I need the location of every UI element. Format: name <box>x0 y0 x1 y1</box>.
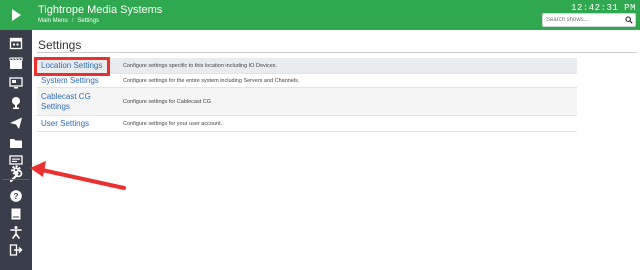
annotation-highlight-box <box>34 57 110 76</box>
settings-row-location: Location Settings Configure settings spe… <box>37 58 577 74</box>
svg-text:?: ? <box>14 192 19 201</box>
title-divider <box>37 52 637 53</box>
trophy-icon[interactable] <box>0 93 32 113</box>
calendar-icon[interactable] <box>0 33 32 53</box>
search-button[interactable] <box>623 14 635 26</box>
search-box <box>542 13 636 27</box>
breadcrumb-separator: / <box>71 18 74 24</box>
settings-row-system: System Settings Configure settings for t… <box>37 74 577 88</box>
logout-icon[interactable] <box>0 240 32 260</box>
breadcrumb: Main Menu / Settings <box>38 18 99 24</box>
page-title: Settings <box>38 38 82 52</box>
system-settings-description: Configure settings for the entire system… <box>123 77 300 84</box>
logo-play-icon[interactable] <box>0 0 32 30</box>
app-title: Tightrope Media Systems <box>38 4 163 16</box>
search-icon <box>625 16 633 24</box>
clapperboard-icon[interactable] <box>0 53 32 73</box>
breadcrumb-settings: Settings <box>77 18 100 24</box>
monitor-icon[interactable] <box>0 73 32 93</box>
system-settings-link[interactable]: System Settings <box>37 76 119 86</box>
send-icon[interactable] <box>0 113 32 133</box>
search-input[interactable] <box>543 14 623 26</box>
accessibility-icon[interactable] <box>0 222 32 242</box>
location-settings-description: Configure settings specific to this loca… <box>123 62 278 69</box>
cablecast-cg-settings-description: Configure settings for Cablecast CG <box>123 98 212 105</box>
cablecast-cg-settings-link[interactable]: Cablecast CG Settings <box>37 92 119 112</box>
annotation-arrow <box>30 161 126 190</box>
user-settings-description: Configure settings for your user account… <box>123 120 223 127</box>
user-settings-link[interactable]: User Settings <box>37 119 119 129</box>
settings-table: Location Settings Configure settings spe… <box>37 58 577 132</box>
book-icon[interactable] <box>0 204 32 224</box>
settings-row-user: User Settings Configure settings for you… <box>37 116 577 132</box>
breadcrumb-main-menu[interactable]: Main Menu <box>38 18 68 24</box>
clock: 12:42:31 PM <box>571 3 636 13</box>
settings-row-cablecast-cg: Cablecast CG Settings Configure settings… <box>37 88 577 116</box>
top-bar: Tightrope Media Systems Main Menu / Sett… <box>32 0 640 30</box>
sidebar: ? <box>0 0 32 270</box>
